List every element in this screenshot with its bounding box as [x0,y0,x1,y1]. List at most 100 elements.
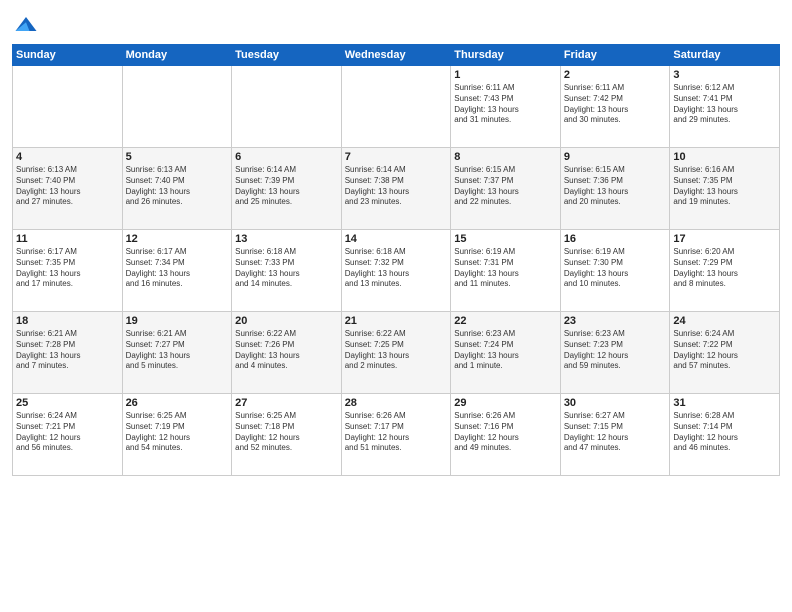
calendar-cell: 10 Sunrise: 6:16 AM Sunset: 7:35 PM Dayli… [670,148,780,230]
day-info: Sunrise: 6:18 AM Sunset: 7:33 PM Dayligh… [235,247,338,290]
day-number: 17 [673,233,776,245]
calendar-cell: 19Sunrise: 6:21 AM Sunset: 7:27 PM Dayli… [122,312,232,394]
day-info: Sunrise: 6:13 AM Sunset: 7:40 PM Dayligh… [16,165,119,208]
calendar-cell: 4 Sunrise: 6:13 AM Sunset: 7:40 PM Daylig… [13,148,123,230]
day-number: 13 [235,233,338,245]
day-number: 19 [126,315,229,327]
calendar-cell: 30 Sunrise: 6:27 AM Sunset: 7:15 PM Dayli… [560,394,670,476]
day-header-thursday: Thursday [451,45,561,66]
day-header-saturday: Saturday [670,45,780,66]
day-number: 6 [235,151,338,163]
calendar-cell: 12Sunrise: 6:17 AM Sunset: 7:34 PM Dayli… [122,230,232,312]
day-info: Sunrise: 6:19 AM Sunset: 7:31 PM Dayligh… [454,247,557,290]
day-number: 24 [673,315,776,327]
day-info: Sunrise: 6:12 AM Sunset: 7:41 PM Dayligh… [673,83,776,126]
day-info: Sunrise: 6:21 AM Sunset: 7:28 PM Dayligh… [16,329,119,372]
day-number: 4 [16,151,119,163]
calendar-cell: 18 Sunrise: 6:21 AM Sunset: 7:28 PM Dayli… [13,312,123,394]
day-info: Sunrise: 6:28 AM Sunset: 7:14 PM Dayligh… [673,411,776,454]
calendar-cell: 11Sunrise: 6:17 AM Sunset: 7:35 PM Dayli… [13,230,123,312]
day-info: Sunrise: 6:16 AM Sunset: 7:35 PM Dayligh… [673,165,776,208]
calendar-cell [122,66,232,148]
day-info: Sunrise: 6:15 AM Sunset: 7:36 PM Dayligh… [564,165,667,208]
header [12,10,780,38]
calendar-cell: 14Sunrise: 6:18 AM Sunset: 7:32 PM Dayli… [341,230,451,312]
day-number: 27 [235,397,338,409]
calendar-cell: 17 Sunrise: 6:20 AM Sunset: 7:29 PM Dayli… [670,230,780,312]
day-header-tuesday: Tuesday [232,45,342,66]
calendar-cell: 27 Sunrise: 6:25 AM Sunset: 7:18 PM Dayli… [232,394,342,476]
day-number: 21 [345,315,448,327]
day-number: 23 [564,315,667,327]
day-info: Sunrise: 6:14 AM Sunset: 7:39 PM Dayligh… [235,165,338,208]
day-number: 5 [126,151,229,163]
day-info: Sunrise: 6:24 AM Sunset: 7:22 PM Dayligh… [673,329,776,372]
day-info: Sunrise: 6:19 AM Sunset: 7:30 PM Dayligh… [564,247,667,290]
day-number: 2 [564,69,667,81]
day-info: Sunrise: 6:15 AM Sunset: 7:37 PM Dayligh… [454,165,557,208]
calendar-cell [341,66,451,148]
day-info: Sunrise: 6:14 AM Sunset: 7:38 PM Dayligh… [345,165,448,208]
day-info: Sunrise: 6:23 AM Sunset: 7:24 PM Dayligh… [454,329,557,372]
calendar-body: 1 Sunrise: 6:11 AM Sunset: 7:43 PM Daylig… [13,66,780,476]
calendar-cell: 6 Sunrise: 6:14 AM Sunset: 7:39 PM Daylig… [232,148,342,230]
week-row-1: 4 Sunrise: 6:13 AM Sunset: 7:40 PM Daylig… [13,148,780,230]
day-number: 30 [564,397,667,409]
day-number: 15 [454,233,557,245]
day-info: Sunrise: 6:17 AM Sunset: 7:34 PM Dayligh… [126,247,229,290]
day-number: 7 [345,151,448,163]
day-number: 29 [454,397,557,409]
day-info: Sunrise: 6:25 AM Sunset: 7:18 PM Dayligh… [235,411,338,454]
day-number: 22 [454,315,557,327]
calendar-cell: 28Sunrise: 6:26 AM Sunset: 7:17 PM Dayli… [341,394,451,476]
day-info: Sunrise: 6:11 AM Sunset: 7:42 PM Dayligh… [564,83,667,126]
calendar-cell: 2 Sunrise: 6:11 AM Sunset: 7:42 PM Daylig… [560,66,670,148]
calendar-table: SundayMondayTuesdayWednesdayThursdayFrid… [12,44,780,476]
logo [12,10,44,38]
day-number: 11 [16,233,119,245]
day-info: Sunrise: 6:26 AM Sunset: 7:16 PM Dayligh… [454,411,557,454]
day-header-sunday: Sunday [13,45,123,66]
header-row: SundayMondayTuesdayWednesdayThursdayFrid… [13,45,780,66]
calendar-cell: 3 Sunrise: 6:12 AM Sunset: 7:41 PM Daylig… [670,66,780,148]
day-number: 3 [673,69,776,81]
week-row-0: 1 Sunrise: 6:11 AM Sunset: 7:43 PM Daylig… [13,66,780,148]
calendar-cell: 24 Sunrise: 6:24 AM Sunset: 7:22 PM Dayli… [670,312,780,394]
day-header-monday: Monday [122,45,232,66]
calendar-cell: 13 Sunrise: 6:18 AM Sunset: 7:33 PM Dayli… [232,230,342,312]
week-row-3: 18 Sunrise: 6:21 AM Sunset: 7:28 PM Dayli… [13,312,780,394]
day-number: 26 [126,397,229,409]
main-container: SundayMondayTuesdayWednesdayThursdayFrid… [0,0,792,612]
calendar-cell: 16 Sunrise: 6:19 AM Sunset: 7:30 PM Dayli… [560,230,670,312]
day-number: 16 [564,233,667,245]
day-number: 20 [235,315,338,327]
calendar-cell: 15 Sunrise: 6:19 AM Sunset: 7:31 PM Dayli… [451,230,561,312]
day-header-wednesday: Wednesday [341,45,451,66]
day-number: 25 [16,397,119,409]
logo-icon [12,10,40,38]
day-number: 31 [673,397,776,409]
calendar-cell: 31 Sunrise: 6:28 AM Sunset: 7:14 PM Dayli… [670,394,780,476]
day-info: Sunrise: 6:27 AM Sunset: 7:15 PM Dayligh… [564,411,667,454]
calendar-cell: 23Sunrise: 6:23 AM Sunset: 7:23 PM Dayli… [560,312,670,394]
day-info: Sunrise: 6:13 AM Sunset: 7:40 PM Dayligh… [126,165,229,208]
calendar-cell [13,66,123,148]
calendar-cell: 5 Sunrise: 6:13 AM Sunset: 7:40 PM Daylig… [122,148,232,230]
calendar-cell: 9Sunrise: 6:15 AM Sunset: 7:36 PM Daylig… [560,148,670,230]
calendar-cell: 1 Sunrise: 6:11 AM Sunset: 7:43 PM Daylig… [451,66,561,148]
calendar-cell: 21Sunrise: 6:22 AM Sunset: 7:25 PM Dayli… [341,312,451,394]
week-row-2: 11Sunrise: 6:17 AM Sunset: 7:35 PM Dayli… [13,230,780,312]
calendar-cell: 26Sunrise: 6:25 AM Sunset: 7:19 PM Dayli… [122,394,232,476]
day-info: Sunrise: 6:22 AM Sunset: 7:26 PM Dayligh… [235,329,338,372]
day-number: 1 [454,69,557,81]
calendar-cell: 25Sunrise: 6:24 AM Sunset: 7:21 PM Dayli… [13,394,123,476]
day-number: 10 [673,151,776,163]
week-row-4: 25Sunrise: 6:24 AM Sunset: 7:21 PM Dayli… [13,394,780,476]
day-number: 28 [345,397,448,409]
calendar-cell: 29 Sunrise: 6:26 AM Sunset: 7:16 PM Dayli… [451,394,561,476]
day-number: 18 [16,315,119,327]
calendar-cell: 8Sunrise: 6:15 AM Sunset: 7:37 PM Daylig… [451,148,561,230]
day-info: Sunrise: 6:11 AM Sunset: 7:43 PM Dayligh… [454,83,557,126]
calendar-cell: 20 Sunrise: 6:22 AM Sunset: 7:26 PM Dayli… [232,312,342,394]
day-info: Sunrise: 6:20 AM Sunset: 7:29 PM Dayligh… [673,247,776,290]
